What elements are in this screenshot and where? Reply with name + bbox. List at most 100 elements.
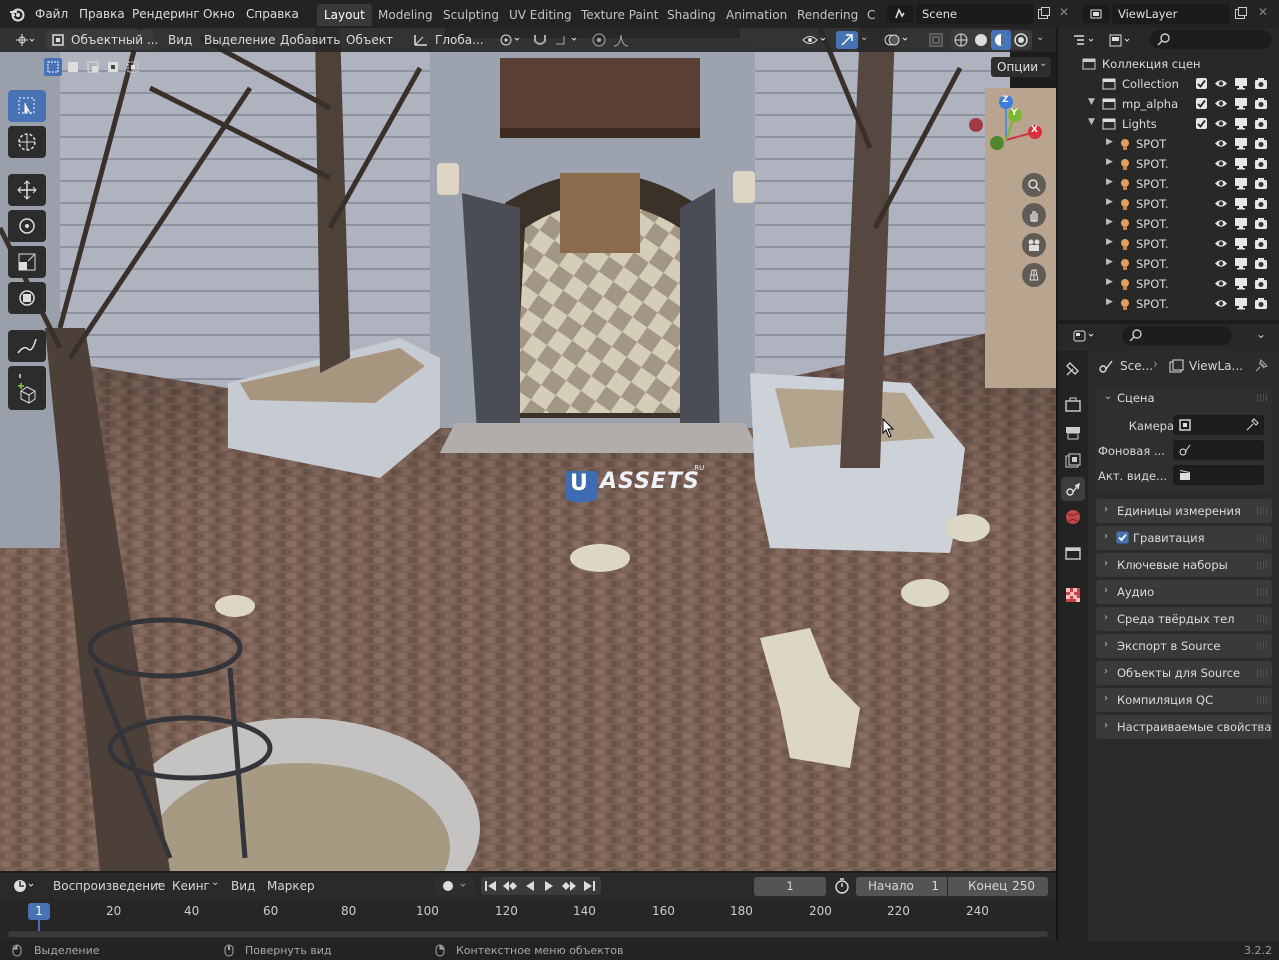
solid-shading-icon[interactable] [973,32,989,48]
background-scene-field[interactable] [1173,440,1264,460]
outliner-row[interactable]: ▶ SPOT. [1058,274,1279,294]
jump-start-icon[interactable] [484,879,498,893]
select-new-icon[interactable] [44,58,62,76]
transform-orientation-label[interactable]: Глоба... [435,33,484,47]
panel-grip-icon[interactable] [1257,561,1267,569]
frame-start-field[interactable]: Начало 1 [856,877,947,896]
timeline-menu-view[interactable]: Вид [231,879,255,893]
eye-visibility-icon[interactable] [1214,197,1228,210]
monitor-render-icon[interactable] [1234,177,1248,190]
tab-layout[interactable]: Layout [317,4,372,26]
panel-grip-icon[interactable] [1257,588,1267,596]
tool-settings-tab-icon[interactable] [1064,360,1082,378]
material-shading-icon[interactable] [991,30,1011,50]
3d-viewport[interactable]: U ASSETS .RU Объектный ... Вид Выделение… [0,28,1056,871]
eye-visibility-icon[interactable] [1214,97,1228,110]
pan-view-icon[interactable] [1022,203,1046,227]
camera-render-icon[interactable] [1254,137,1268,150]
monitor-render-icon[interactable] [1234,197,1248,210]
outliner-row[interactable]: ▼ mp_alpha [1058,94,1279,114]
timeline-ruler[interactable]: 1 20 40 60 80 100 120 140 160 180 200 22… [0,899,1056,941]
tool-annotate[interactable] [8,330,46,362]
jump-end-icon[interactable] [582,879,596,893]
properties-options-chevron-icon[interactable]: ⌄ [1256,327,1266,341]
xray-icon[interactable] [928,32,944,48]
camera-render-icon[interactable] [1254,157,1268,170]
select-extend-icon[interactable] [64,58,82,76]
viewport-menu-view[interactable]: Вид [168,33,192,47]
pin-icon[interactable] [1255,358,1269,372]
eye-visibility-icon[interactable] [1214,277,1228,290]
outliner-display-mode-icon[interactable] [1106,32,1136,50]
monitor-render-icon[interactable] [1234,117,1248,130]
render-tab-icon[interactable] [1064,396,1082,414]
tab-rendering[interactable]: Rendering [790,4,865,26]
jump-keyframe-forward-icon[interactable] [561,879,577,893]
rendered-shading-icon[interactable] [1013,32,1029,48]
monitor-render-icon[interactable] [1234,157,1248,170]
eye-visibility-icon[interactable] [1214,137,1228,150]
exclude-checkbox-icon[interactable] [1195,77,1208,90]
tool-add-cube[interactable] [8,378,46,410]
panel-grip-icon[interactable] [1257,723,1267,731]
outliner-row[interactable]: ▶ SPOT. [1058,194,1279,214]
panel-grip-icon[interactable] [1257,669,1267,677]
panel-grip-icon[interactable] [1257,696,1267,704]
eyedropper-icon[interactable] [1245,418,1259,432]
expand-arrow-icon[interactable]: ▶ [1106,217,1113,227]
view-layer-tab-icon[interactable] [1064,452,1082,470]
timeline-menu-keying[interactable]: Кеинг [172,879,210,893]
overlays-icon[interactable] [883,32,911,48]
new-view-layer-icon[interactable] [1234,6,1248,20]
output-tab-icon[interactable] [1064,424,1082,442]
viewport-menu-object[interactable]: Объект [346,33,393,47]
monitor-render-icon[interactable] [1234,237,1248,250]
mode-selector[interactable]: Объектный ... [46,30,158,50]
expand-arrow-icon[interactable]: ▶ [1106,237,1113,247]
collection-tab-icon[interactable] [1064,544,1082,562]
editor-type-icon[interactable] [10,31,40,49]
property-panel[interactable]: › Единицы измерения [1096,499,1272,523]
close-scene-icon[interactable]: ✕ [1059,5,1069,19]
tool-move[interactable] [8,174,46,206]
properties-editor-type-icon[interactable] [1070,327,1100,345]
tool-rotate[interactable] [8,210,46,242]
snap-icon[interactable] [531,32,549,48]
wireframe-shading-icon[interactable] [953,32,969,48]
close-view-layer-icon[interactable]: ✕ [1258,5,1268,19]
select-intersect-icon[interactable] [124,58,142,76]
property-panel[interactable]: › Ключевые наборы [1096,553,1272,577]
timeline-menu-playback[interactable]: Воспроизведение [53,879,165,893]
outliner-row[interactable]: ▶ SPOT. [1058,154,1279,174]
eye-visibility-icon[interactable] [1214,117,1228,130]
exclude-checkbox-icon[interactable] [1195,117,1208,130]
play-icon[interactable] [542,879,556,893]
monitor-render-icon[interactable] [1234,277,1248,290]
stopwatch-icon[interactable] [834,878,850,894]
camera-render-icon[interactable] [1254,117,1268,130]
navigation-gizmo[interactable]: Z X Y [960,90,1052,182]
monitor-render-icon[interactable] [1234,77,1248,90]
scene-tab-icon[interactable] [1061,477,1085,501]
tab-animation[interactable]: Animation [719,4,794,26]
frame-end-field[interactable]: Конец 250 [948,877,1048,896]
outliner-scene-collection[interactable]: Коллекция сцен [1058,54,1279,74]
monitor-render-icon[interactable] [1234,137,1248,150]
scene-name-field[interactable]: Scene [916,4,1034,24]
camera-render-icon[interactable] [1254,77,1268,90]
transform-orientation-icon[interactable] [413,33,429,47]
scene-selector-icon[interactable] [886,5,914,23]
tab-modeling[interactable]: Modeling [371,4,440,26]
exclude-checkbox-icon[interactable] [1195,97,1208,110]
shading-dropdown-icon[interactable]: ⌄ [1036,32,1044,43]
gizmo-toggle-icon[interactable] [836,31,858,49]
tool-select-box[interactable] [8,90,46,122]
outliner-row[interactable]: ▶ SPOT. [1058,234,1279,254]
eye-visibility-icon[interactable] [1214,177,1228,190]
timeline-menu-marker[interactable]: Маркер [267,879,315,893]
monitor-render-icon[interactable] [1234,257,1248,270]
property-panel[interactable]: › Гравитация [1096,526,1272,550]
menu-help[interactable]: Справка [246,7,299,21]
tool-transform[interactable] [8,282,46,314]
perspective-toggle-icon[interactable] [1022,263,1046,287]
